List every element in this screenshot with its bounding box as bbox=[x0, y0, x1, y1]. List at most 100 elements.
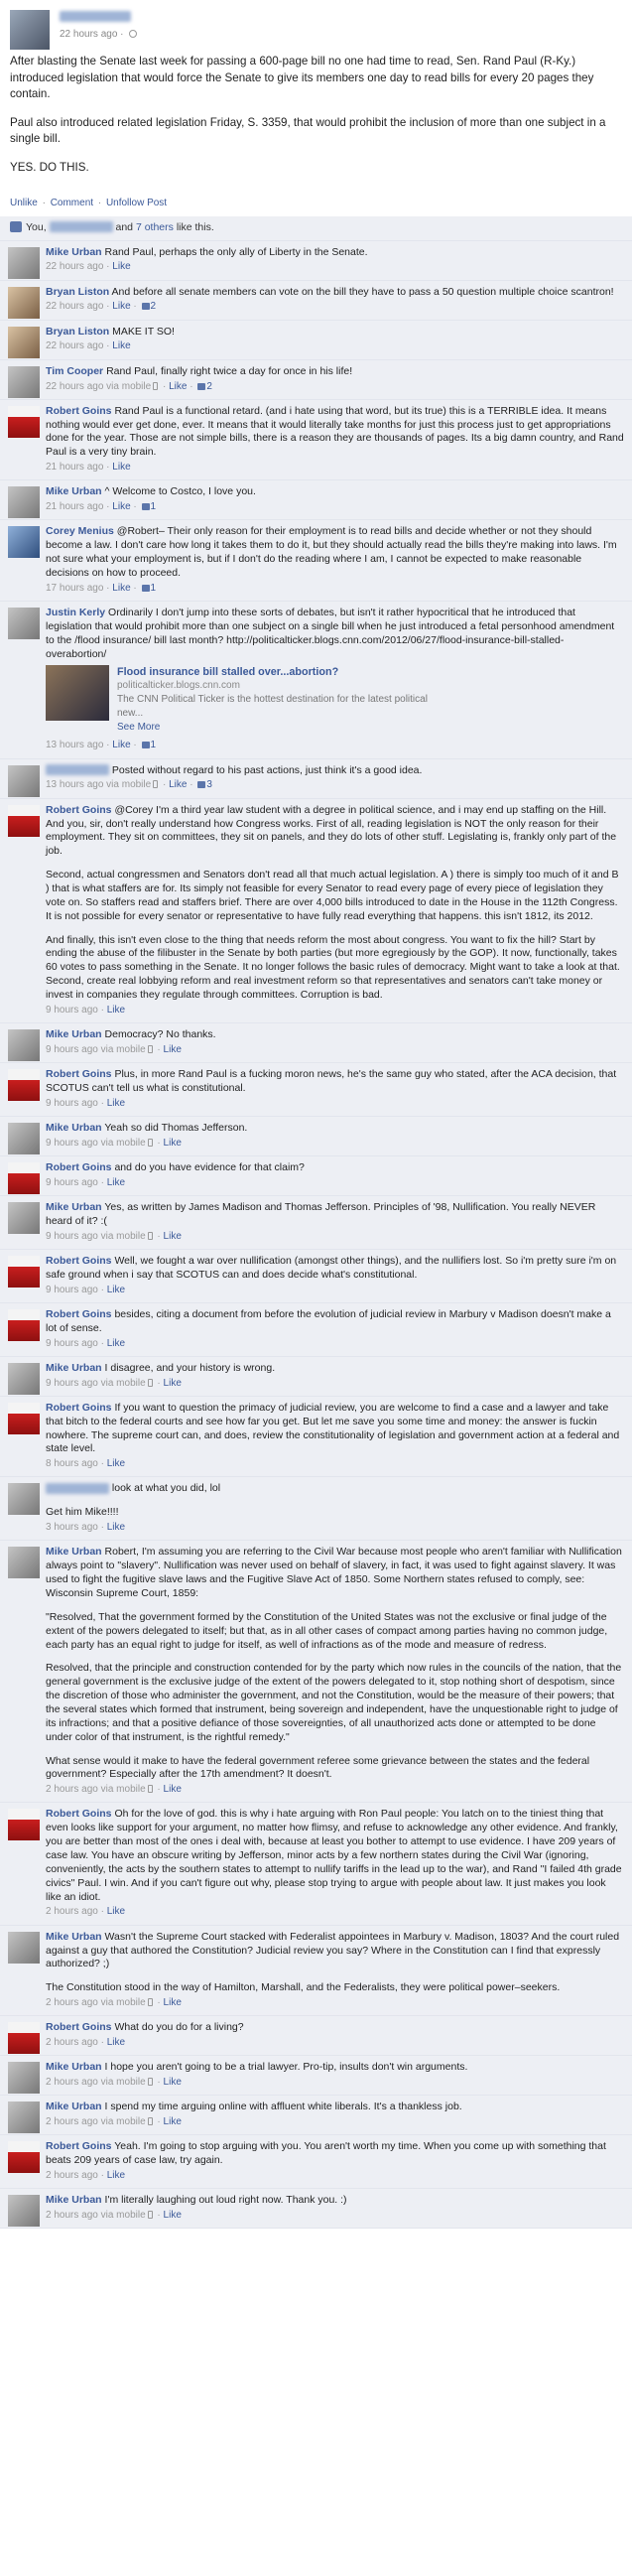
comment-like-link[interactable]: Like bbox=[112, 583, 130, 594]
comment-timestamp[interactable]: 2 hours ago bbox=[46, 1906, 98, 1917]
comment-like-link[interactable]: Like bbox=[112, 340, 130, 351]
commenter-avatar[interactable] bbox=[8, 1069, 40, 1102]
preview-thumbnail[interactable] bbox=[46, 665, 109, 722]
commenter-name[interactable]: Mike Urban bbox=[46, 1122, 102, 1134]
comment-timestamp[interactable]: 13 hours ago bbox=[46, 779, 103, 790]
comment-timestamp[interactable]: 9 hours ago bbox=[46, 1378, 98, 1389]
link-preview[interactable]: Flood insurance bill stalled over...abor… bbox=[46, 665, 624, 737]
unlike-link[interactable]: Unlike bbox=[10, 198, 38, 208]
comment-timestamp[interactable]: 8 hours ago bbox=[46, 1458, 98, 1469]
commenter-avatar[interactable] bbox=[8, 1547, 40, 1579]
comment-timestamp[interactable]: 2 hours ago bbox=[46, 2210, 98, 2221]
comment-timestamp[interactable]: 9 hours ago bbox=[46, 1098, 98, 1109]
comment-like-link[interactable]: Like bbox=[112, 261, 130, 272]
comment-like-count[interactable]: 1 bbox=[151, 740, 157, 750]
comment-timestamp[interactable]: 9 hours ago bbox=[46, 1044, 98, 1055]
comment-like-link[interactable]: Like bbox=[112, 501, 130, 512]
comment-like-link[interactable]: Like bbox=[112, 301, 130, 312]
comment-like-link[interactable]: Like bbox=[107, 2170, 125, 2181]
commenter-avatar[interactable] bbox=[8, 1162, 40, 1195]
commenter-name[interactable]: Robert Goins bbox=[46, 405, 112, 417]
commenter-name[interactable]: Robert Goins bbox=[46, 1402, 112, 1414]
comment-like-link[interactable]: Like bbox=[107, 1522, 125, 1533]
commenter-avatar[interactable] bbox=[8, 1202, 40, 1235]
comment-like-count[interactable]: 1 bbox=[151, 583, 157, 594]
commenter-avatar[interactable] bbox=[8, 1255, 40, 1288]
commenter-avatar[interactable] bbox=[8, 365, 40, 398]
commenter-avatar[interactable] bbox=[8, 1809, 40, 1841]
commenter-name[interactable] bbox=[46, 764, 109, 776]
commenter-avatar[interactable] bbox=[8, 2195, 40, 2228]
comment-like-link[interactable]: Like bbox=[112, 740, 130, 750]
comment-like-link[interactable]: Like bbox=[107, 1458, 125, 1469]
comment-like-link[interactable]: Like bbox=[164, 1231, 182, 1242]
commenter-name[interactable]: Bryan Liston bbox=[46, 286, 109, 298]
commenter-avatar[interactable] bbox=[8, 405, 40, 438]
comment-like-count[interactable]: 3 bbox=[206, 779, 212, 790]
comment-like-link[interactable]: Like bbox=[164, 2210, 182, 2221]
unfollow-post-link[interactable]: Unfollow Post bbox=[106, 198, 167, 208]
commenter-name[interactable]: Robert Goins bbox=[46, 804, 112, 816]
commenter-avatar[interactable] bbox=[8, 526, 40, 559]
commenter-avatar[interactable] bbox=[8, 1362, 40, 1395]
commenter-name[interactable]: Bryan Liston bbox=[46, 326, 109, 338]
comment-timestamp[interactable]: 9 hours ago bbox=[46, 1005, 98, 1016]
comment-timestamp[interactable]: 22 hours ago bbox=[46, 261, 103, 272]
commenter-name[interactable]: Robert Goins bbox=[46, 2140, 112, 2152]
commenter-avatar[interactable] bbox=[8, 1308, 40, 1341]
commenter-name[interactable]: Mike Urban bbox=[46, 1546, 102, 1558]
others-link[interactable]: 7 others bbox=[136, 221, 174, 233]
comment-like-link[interactable]: Like bbox=[107, 1005, 125, 1016]
comment-timestamp[interactable]: 2 hours ago bbox=[46, 2170, 98, 2181]
commenter-name[interactable]: Robert Goins bbox=[46, 1068, 112, 1080]
comment-timestamp[interactable]: 22 hours ago bbox=[46, 301, 103, 312]
see-more-link[interactable]: See More bbox=[117, 721, 160, 734]
commenter-name[interactable]: Mike Urban bbox=[46, 2061, 102, 2073]
commenter-avatar[interactable] bbox=[8, 804, 40, 837]
preview-title[interactable]: Flood insurance bill stalled over...abor… bbox=[117, 665, 338, 679]
comment-timestamp[interactable]: 21 hours ago bbox=[46, 462, 103, 473]
comment-like-count[interactable]: 1 bbox=[151, 501, 157, 512]
comment-like-link[interactable]: Like bbox=[107, 1338, 125, 1349]
commenter-name[interactable]: Tim Cooper bbox=[46, 365, 103, 377]
commenter-avatar[interactable] bbox=[8, 2022, 40, 2055]
comment-like-link[interactable]: Like bbox=[164, 1378, 182, 1389]
comment-timestamp[interactable]: 2 hours ago bbox=[46, 1784, 98, 1795]
comment-like-link[interactable]: Like bbox=[107, 1098, 125, 1109]
commenter-avatar[interactable] bbox=[8, 1483, 40, 1516]
comment-timestamp[interactable]: 2 hours ago bbox=[46, 1997, 98, 2008]
comment-like-count[interactable]: 2 bbox=[206, 381, 212, 392]
commenter-avatar[interactable] bbox=[8, 2141, 40, 2174]
commenter-avatar[interactable] bbox=[8, 2062, 40, 2095]
commenter-name[interactable]: Mike Urban bbox=[46, 1931, 102, 1943]
comment-like-link[interactable]: Like bbox=[164, 1997, 182, 2008]
comment-timestamp[interactable]: 21 hours ago bbox=[46, 501, 103, 512]
comment-like-link[interactable]: Like bbox=[164, 2077, 182, 2088]
commenter-avatar[interactable] bbox=[8, 608, 40, 639]
comment-like-link[interactable]: Like bbox=[107, 2037, 125, 2048]
comment-timestamp[interactable]: 17 hours ago bbox=[46, 583, 103, 594]
comment-like-link[interactable]: Like bbox=[169, 381, 187, 392]
comment-like-link[interactable]: Like bbox=[164, 1784, 182, 1795]
commenter-name[interactable]: Justin Kerly bbox=[46, 607, 105, 618]
comment-timestamp[interactable]: 9 hours ago bbox=[46, 1285, 98, 1295]
comment-timestamp[interactable]: 9 hours ago bbox=[46, 1138, 98, 1149]
comment-like-link[interactable]: Like bbox=[107, 1906, 125, 1917]
commenter-avatar[interactable] bbox=[8, 2101, 40, 2134]
comment-like-link[interactable]: Like bbox=[169, 779, 187, 790]
comment-timestamp[interactable]: 9 hours ago bbox=[46, 1338, 98, 1349]
comment-like-link[interactable]: Like bbox=[164, 1044, 182, 1055]
commenter-name[interactable]: Robert Goins bbox=[46, 1255, 112, 1267]
commenter-avatar[interactable] bbox=[8, 286, 40, 319]
comment-timestamp[interactable]: 22 hours ago bbox=[46, 381, 103, 392]
comment-timestamp[interactable]: 9 hours ago bbox=[46, 1177, 98, 1188]
commenter-name[interactable]: Robert Goins bbox=[46, 1808, 112, 1820]
audience-globe-icon[interactable] bbox=[129, 30, 138, 38]
comment-timestamp[interactable]: 2 hours ago bbox=[46, 2037, 98, 2048]
commenter-avatar[interactable] bbox=[8, 1122, 40, 1154]
commenter-avatar[interactable] bbox=[8, 1931, 40, 1964]
commenter-avatar[interactable] bbox=[8, 1029, 40, 1062]
comment-timestamp[interactable]: 9 hours ago bbox=[46, 1231, 98, 1242]
comment-like-link[interactable]: Like bbox=[164, 2116, 182, 2127]
commenter-name[interactable]: Corey Menius bbox=[46, 525, 114, 537]
